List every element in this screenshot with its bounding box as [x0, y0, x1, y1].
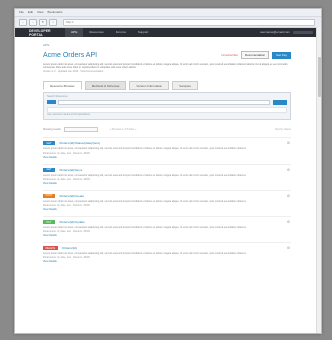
- result-description: Lorem ipsum dolor sit amet, consectetur …: [43, 147, 247, 151]
- browser-toolbar: ‹ › ↻ ⌂ http://: [15, 17, 321, 28]
- nav-support[interactable]: Support: [132, 28, 155, 37]
- gear-icon[interactable]: ⚙: [286, 194, 291, 198]
- method-badge: GET: [43, 141, 55, 146]
- back-icon[interactable]: ‹: [19, 18, 27, 26]
- result-item: GET/Orders/{id}/Status/{date}/{text} ⚙ Lor…: [43, 137, 291, 159]
- result-description: Lorem ipsum dolor sit amet, consectetur …: [43, 173, 247, 177]
- sort-control[interactable]: Sort by: Name: [275, 128, 291, 131]
- gear-icon[interactable]: ⚙: [286, 141, 291, 145]
- breadcrumb[interactable]: APIs: [43, 43, 291, 47]
- view-details-link[interactable]: View Details: [43, 208, 291, 211]
- get-key-button[interactable]: Get Key: [272, 51, 291, 59]
- result-header: PUT/Orders/{id}/Update ⚙: [43, 220, 291, 225]
- search-label: Search Resources: [47, 95, 68, 99]
- home-icon[interactable]: ⌂: [49, 18, 57, 26]
- search-hint: Use resource names to find operations: [47, 113, 90, 117]
- results-filter-select[interactable]: [63, 127, 98, 133]
- result-description: Lorem ipsum dolor sit amet, consectetur …: [43, 226, 247, 230]
- app-header: DEVELOPER PORTAL APIs Resources Forums S…: [15, 28, 321, 37]
- gear-icon[interactable]: ⚙: [286, 220, 291, 224]
- result-description: Lorem ipsum dolor sit amet, consectetur …: [43, 199, 247, 203]
- result-meta: Parameters: id, date, text · Returns: JS…: [43, 256, 90, 260]
- nav-resources[interactable]: Resources: [83, 28, 109, 37]
- search-button[interactable]: [273, 100, 287, 106]
- forward-icon[interactable]: ›: [29, 18, 37, 26]
- result-title[interactable]: /Orders/{id}: [62, 246, 77, 250]
- nav-apis[interactable]: APIs: [65, 28, 84, 37]
- menu-edit[interactable]: Edit: [28, 9, 33, 16]
- results-bar: Showing results « Previous 1 of 5 Next »…: [43, 127, 291, 133]
- result-item: POST/Orders/{id}/Create ⚙ Lorem ipsum dolo…: [43, 189, 291, 211]
- view-details-link[interactable]: View Details: [43, 156, 291, 159]
- title-row: Acme Orders API Unsubscribe Documentatio…: [43, 51, 291, 59]
- result-description: Lorem ipsum dolor sit amet, consectetur …: [43, 252, 247, 256]
- unsubscribe-link[interactable]: Unsubscribe: [221, 53, 238, 57]
- api-meta: Version 1.0 · Updated Jan 2013 · View Do…: [43, 70, 104, 74]
- tab-methods[interactable]: Methods & Schemas: [84, 81, 127, 91]
- result-header: GET/Orders/{id}/Items ⚙: [43, 167, 291, 172]
- menu-file[interactable]: File: [19, 9, 24, 16]
- result-title[interactable]: /Orders/{id}/Items: [59, 168, 82, 172]
- tab-samples[interactable]: Samples: [172, 81, 198, 91]
- menu-bookmarks[interactable]: Bookmarks: [47, 9, 62, 16]
- method-badge: GET: [43, 167, 55, 172]
- result-meta: Parameters: id, date, text · Returns: JS…: [43, 204, 90, 208]
- result-item: PUT/Orders/{id}/Update ⚙ Lorem ipsum dolor…: [43, 216, 291, 237]
- page-title: Acme Orders API: [43, 51, 98, 59]
- docs-button[interactable]: Documentation: [240, 51, 270, 59]
- browser-window: File Edit View Bookmarks ‹ › ↻ ⌂ http://…: [14, 8, 322, 334]
- address-bar[interactable]: http://: [63, 18, 315, 26]
- result-meta: Parameters: id, date, text · Returns: JS…: [43, 151, 90, 155]
- tab-bar: Resource Browser Methods & Schemas Versi…: [43, 81, 291, 91]
- view-details-link[interactable]: View Details: [43, 260, 291, 263]
- result-item: DELETE/Orders/{id} ⚙ Lorem ipsum dolor sit…: [43, 242, 291, 263]
- results-list: GET/Orders/{id}/Status/{date}/{text} ⚙ Lor…: [43, 137, 291, 263]
- gear-icon[interactable]: ⚙: [286, 246, 291, 250]
- result-meta: Parameters: id, date, text · Returns: JS…: [43, 177, 90, 181]
- api-description: Lorem ipsum dolor sit amet, consectetur …: [43, 63, 288, 70]
- pager[interactable]: « Previous 1 of 5 Next »: [110, 128, 137, 131]
- resource-search-panel: Search Resources Use resource names to f…: [43, 92, 291, 121]
- scrollbar-thumb[interactable]: [317, 57, 321, 97]
- browser-menubar: File Edit View Bookmarks: [15, 9, 321, 17]
- result-header: DELETE/Orders/{id} ⚙: [43, 246, 291, 251]
- user-email[interactable]: username@email.com: [260, 28, 290, 37]
- results-label: Showing results: [43, 128, 61, 132]
- menu-view[interactable]: View: [37, 9, 43, 16]
- nav-forums[interactable]: Forums: [110, 28, 132, 37]
- result-item: GET/Orders/{id}/Items ⚙ Lorem ipsum dolor …: [43, 163, 291, 185]
- search-input[interactable]: [58, 100, 270, 106]
- result-title[interactable]: /Orders/{id}/Create: [59, 194, 84, 198]
- result-title[interactable]: /Orders/{id}/Update: [59, 220, 85, 224]
- result-meta: Parameters: id, date, text · Returns: JS…: [43, 230, 90, 234]
- main-content: APIs Acme Orders API Unsubscribe Documen…: [15, 37, 321, 263]
- tab-resource-browser[interactable]: Resource Browser: [43, 81, 82, 91]
- scrollbar[interactable]: [316, 27, 321, 333]
- tab-version-info[interactable]: Version Information: [129, 81, 170, 91]
- header-search[interactable]: [293, 31, 313, 34]
- view-details-link[interactable]: View Details: [43, 182, 291, 185]
- method-select[interactable]: [47, 100, 56, 105]
- method-badge: DELETE: [43, 246, 58, 251]
- method-badge: POST: [43, 193, 55, 198]
- gear-icon[interactable]: ⚙: [286, 168, 291, 172]
- result-title[interactable]: /Orders/{id}/Status/{date}/{text}: [59, 141, 100, 145]
- view-details-link[interactable]: View Details: [43, 234, 291, 237]
- result-header: POST/Orders/{id}/Create ⚙: [43, 193, 291, 198]
- refresh-icon[interactable]: ↻: [39, 18, 47, 26]
- method-badge: PUT: [43, 220, 55, 225]
- app-logo[interactable]: DEVELOPER PORTAL: [29, 29, 65, 37]
- result-header: GET/Orders/{id}/Status/{date}/{text} ⚙: [43, 141, 291, 146]
